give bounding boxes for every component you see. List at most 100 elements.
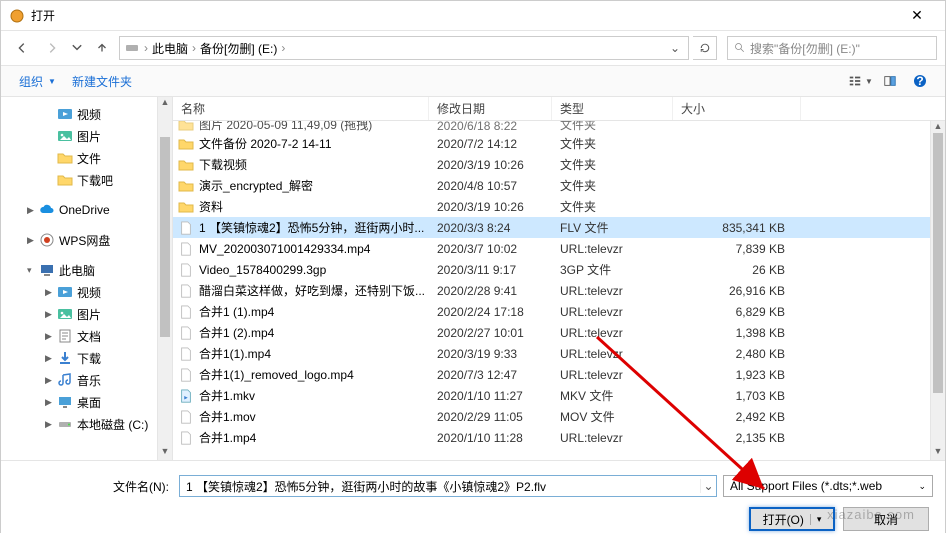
split-button-arrow-icon[interactable]: ▾ <box>810 514 822 525</box>
file-type: URL:televzr <box>552 347 673 361</box>
sidebar-item-label: WPS网盘 <box>59 232 110 249</box>
breadcrumb-part[interactable]: 此电脑 <box>148 40 192 57</box>
column-name[interactable]: 名称 <box>173 97 429 120</box>
pictures-icon <box>57 128 73 144</box>
breadcrumb-part[interactable]: 备份[勿删] (E:) <box>196 40 281 57</box>
breadcrumb-dropdown[interactable]: ⌄ <box>666 41 684 55</box>
twisty-icon[interactable]: ▶ <box>45 397 57 408</box>
sidebar-item-label: 桌面 <box>77 394 101 411</box>
file-row[interactable]: 下载视频2020/3/19 10:26文件夹 <box>173 154 945 175</box>
folder-icon <box>177 136 195 152</box>
file-type: URL:televzr <box>552 284 673 298</box>
sidebar-item[interactable]: ▶文档 <box>1 325 172 347</box>
sidebar-item[interactable]: 图片 <box>1 125 172 147</box>
sidebar-item-label: 图片 <box>77 128 101 145</box>
twisty-icon[interactable]: ▾ <box>27 265 39 276</box>
file-row[interactable]: Video_1578400299.3gp2020/3/11 9:173GP 文件… <box>173 259 945 280</box>
folder-icon <box>177 157 195 173</box>
new-folder-button[interactable]: 新建文件夹 <box>64 69 140 94</box>
sidebar-item-label: 下载 <box>77 350 101 367</box>
scrollbar-thumb[interactable] <box>933 133 943 393</box>
sidebar-item[interactable]: 文件 <box>1 147 172 169</box>
scroll-down-icon[interactable]: ▼ <box>158 446 172 460</box>
column-date[interactable]: 修改日期 <box>429 97 552 120</box>
help-button[interactable]: ? <box>905 70 935 92</box>
file-row[interactable]: 合并1(1)_removed_logo.mp42020/7/3 12:47URL… <box>173 364 945 385</box>
file-row[interactable]: 合并1.mp42020/1/10 11:28URL:televzr2,135 K… <box>173 427 945 448</box>
file-type: 文件夹 <box>552 135 673 152</box>
file-type: 文件夹 <box>552 156 673 173</box>
sidebar-item[interactable]: 视频 <box>1 103 172 125</box>
sidebar-item[interactable]: ▶OneDrive <box>1 199 172 221</box>
file-size: 7,839 KB <box>673 242 793 256</box>
file-date: 2020/3/3 8:24 <box>429 221 552 235</box>
file-row[interactable]: 合并1.mov2020/2/29 11:05MOV 文件2,492 KB <box>173 406 945 427</box>
back-button[interactable] <box>9 35 35 61</box>
twisty-icon[interactable]: ▶ <box>45 375 57 386</box>
organize-button[interactable]: 组织▼ <box>11 69 64 94</box>
twisty-icon[interactable]: ▶ <box>27 205 39 216</box>
column-type[interactable]: 类型 <box>552 97 673 120</box>
file-row[interactable]: 图片 2020-05-09 11,49,09 (拖拽)2020/6/18 8:2… <box>173 121 945 133</box>
sidebar-item[interactable]: ▶音乐 <box>1 369 172 391</box>
sidebar-item[interactable]: ▶本地磁盘 (C:) <box>1 413 172 435</box>
sidebar-item[interactable]: 下载吧 <box>1 169 172 191</box>
close-button[interactable]: ✕ <box>897 7 937 24</box>
refresh-button[interactable] <box>693 36 717 60</box>
file-row[interactable]: 合并1.mkv2020/1/10 11:27MKV 文件1,703 KB <box>173 385 945 406</box>
file-row[interactable]: 演示_encrypted_解密2020/4/8 10:57文件夹 <box>173 175 945 196</box>
cancel-button[interactable]: 取消 <box>843 507 929 531</box>
file-row[interactable]: MV_20200307100142933​4.mp42020/3/7 10:02… <box>173 238 945 259</box>
sidebar-item-label: 图片 <box>77 306 101 323</box>
forward-button[interactable] <box>39 35 65 61</box>
filename-input-wrap[interactable]: ⌄ <box>179 475 717 497</box>
file-row[interactable]: 合并1 (1).mp42020/2/24 17:18URL:televzr6,8… <box>173 301 945 322</box>
file-row[interactable]: 合并1 (2).mp42020/2/27 10:01URL:televzr1,3… <box>173 322 945 343</box>
folder-icon <box>177 121 195 133</box>
sidebar-item[interactable]: ▾此电脑 <box>1 259 172 281</box>
recent-button[interactable] <box>69 35 85 61</box>
filename-dropdown[interactable]: ⌄ <box>700 479 716 493</box>
scroll-down-icon[interactable]: ▼ <box>931 446 945 460</box>
column-size[interactable]: 大小 <box>673 97 801 120</box>
sidebar-item[interactable]: ▶ 桌面 <box>1 391 172 413</box>
scroll-up-icon[interactable]: ▲ <box>158 97 172 111</box>
file-row[interactable]: 1 【笑镇惊魂2】恐怖5分钟，逛街两小时...2020/3/3 8:24FLV … <box>173 217 945 238</box>
sidebar-scrollbar[interactable]: ▲ ▼ <box>157 97 172 460</box>
file-row[interactable]: 醋溜白菜这样做，好吃到爆，还特别下饭...2020/2/28 9:41URL:t… <box>173 280 945 301</box>
app-icon <box>9 8 25 24</box>
filename-input[interactable] <box>180 479 700 493</box>
open-button[interactable]: 打开(O)▾ <box>749 507 835 531</box>
sidebar-item[interactable]: ▶ 图片 <box>1 303 172 325</box>
file-name: 演示_encrypted_解密 <box>195 177 429 194</box>
sidebar-item[interactable]: ▶ WPS网盘 <box>1 229 172 251</box>
breadcrumb[interactable]: › 此电脑 › 备份[勿删] (E:) › ⌄ <box>119 36 689 60</box>
preview-pane-button[interactable] <box>875 70 905 92</box>
search-input[interactable]: 搜索"备份[勿删] (E:)" <box>727 36 937 60</box>
file-date: 2020/4/8 10:57 <box>429 179 552 193</box>
sidebar-item[interactable]: ▶ 下载 <box>1 347 172 369</box>
file-size: 2,492 KB <box>673 410 793 424</box>
file-type-filter[interactable]: All Support Files (*.dts;*.web ⌄ <box>723 475 933 497</box>
file-name: Video_1578400299.3gp <box>195 263 429 277</box>
file-row[interactable]: 文件备份 2020-7-2 14-112020/7/2 14:12文件夹 <box>173 133 945 154</box>
twisty-icon[interactable]: ▶ <box>45 331 57 342</box>
documents-icon <box>57 328 73 344</box>
file-row[interactable]: 合并1(1).mp42020/3/19 9:33URL:televzr2,480… <box>173 343 945 364</box>
column-headers[interactable]: 名称 修改日期 类型 大小 <box>173 97 945 121</box>
up-button[interactable] <box>89 35 115 61</box>
file-name: 合并1(1).mp4 <box>195 345 429 362</box>
sidebar-item-label: 下载吧 <box>77 172 113 189</box>
twisty-icon[interactable]: ▶ <box>45 353 57 364</box>
file-type: URL:televzr <box>552 368 673 382</box>
twisty-icon[interactable]: ▶ <box>45 419 57 430</box>
sidebar-item[interactable]: ▶视频 <box>1 281 172 303</box>
view-options-button[interactable]: ▼ <box>845 70 875 92</box>
filelist-scrollbar[interactable]: ▲ ▼ <box>930 121 945 460</box>
twisty-icon[interactable]: ▶ <box>27 235 39 246</box>
scrollbar-thumb[interactable] <box>160 137 170 337</box>
file-type: MOV 文件 <box>552 408 673 425</box>
twisty-icon[interactable]: ▶ <box>45 309 57 320</box>
file-row[interactable]: 资料2020/3/19 10:26文件夹 <box>173 196 945 217</box>
twisty-icon[interactable]: ▶ <box>45 287 57 298</box>
